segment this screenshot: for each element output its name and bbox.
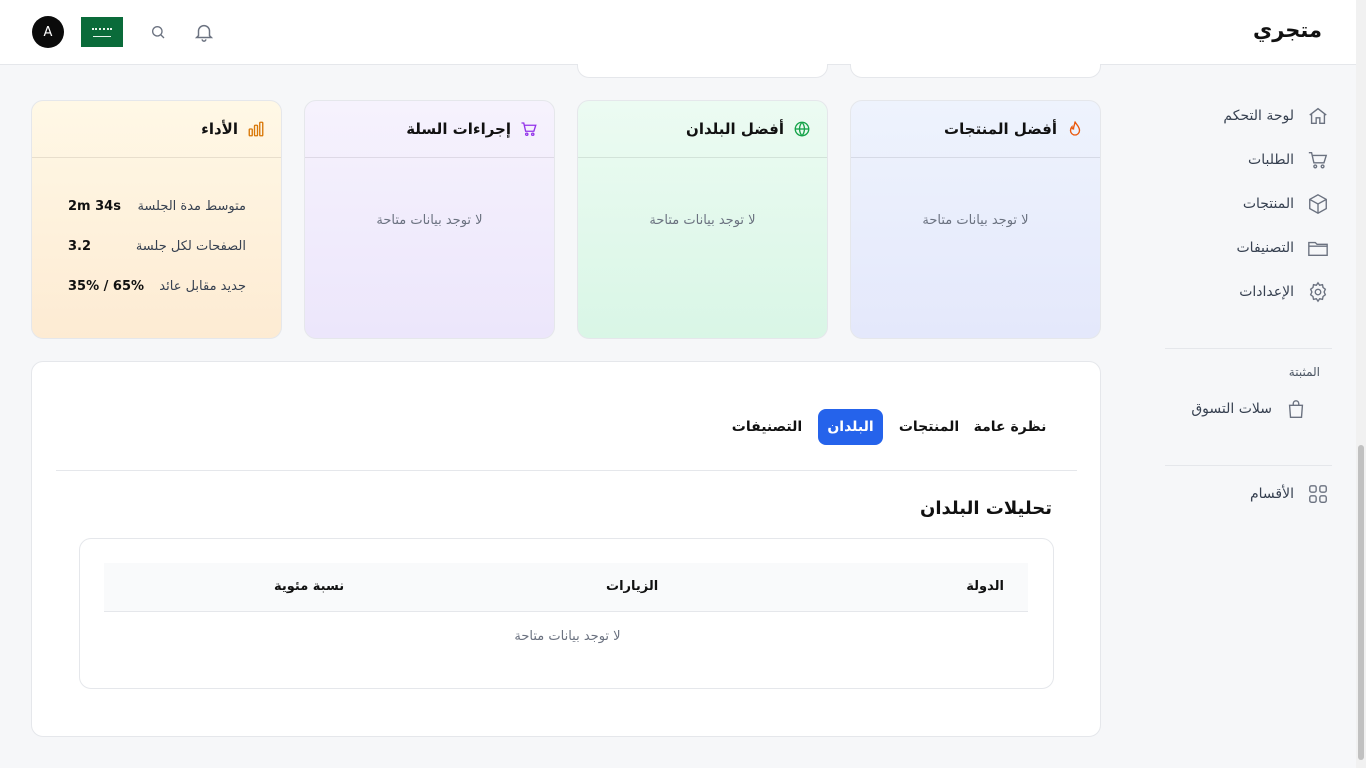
metric-new-vs-returning: 35% / 65% جديد مقابل عائد: [68, 279, 246, 294]
card-header: أفضل المنتجات: [851, 101, 1100, 158]
search-icon[interactable]: [148, 22, 168, 42]
tab-overview[interactable]: نظرة عامة: [972, 409, 1048, 445]
metric-pages-per-session: 3.2 الصفحات لكل جلسة: [68, 239, 246, 254]
sidebar-item-categories[interactable]: التصنيفات: [1165, 230, 1332, 266]
column-header-country[interactable]: الدولة: [966, 579, 1004, 594]
bar-chart-icon: [246, 119, 266, 139]
globe-icon: [792, 119, 812, 139]
sidebar-item-dashboard[interactable]: لوحة التحكم: [1165, 98, 1332, 134]
section-title: تحليلات البلدان: [919, 498, 1052, 519]
tabs-divider: [56, 470, 1077, 471]
card-header: الأداء: [32, 101, 281, 158]
flame-icon: [1065, 119, 1085, 139]
cart-actions-card: إجراءات السلة لا توجد بيانات متاحة: [304, 100, 555, 339]
brand-logo[interactable]: متجري: [1253, 18, 1322, 42]
sidebar-item-sections[interactable]: الأقسام: [1165, 476, 1332, 512]
sidebar: لوحة التحكم الطلبات المنتجات التصنيفات ا…: [1165, 65, 1332, 768]
sidebar-item-label: المنتجات: [1242, 196, 1294, 212]
folder-icon: [1306, 236, 1330, 260]
shopping-bag-icon: [1284, 397, 1308, 421]
empty-state: لا توجد بيانات متاحة: [922, 213, 1029, 228]
partial-card: [577, 64, 828, 78]
card-title: إجراءات السلة: [406, 120, 511, 138]
analytics-panel: نظرة عامة المنتجات البلدان التصنيفات تحل…: [31, 361, 1101, 737]
sidebar-item-products[interactable]: المنتجات: [1165, 186, 1332, 222]
user-avatar[interactable]: A: [32, 16, 64, 48]
scrollbar-thumb[interactable]: [1358, 445, 1364, 760]
column-header-percentage[interactable]: نسبة مئوية: [274, 579, 344, 594]
sidebar-item-label: الأقسام: [1250, 486, 1294, 502]
tab-categories[interactable]: التصنيفات: [729, 409, 805, 445]
card-header: إجراءات السلة: [305, 101, 554, 158]
sidebar-divider: [1165, 465, 1332, 466]
page-scrollbar[interactable]: [1356, 0, 1366, 768]
top-products-card: أفضل المنتجات لا توجد بيانات متاحة: [850, 100, 1101, 339]
countries-table: الدولة الزيارات نسبة مئوية لا توجد بيانا…: [79, 538, 1054, 689]
tab-countries[interactable]: البلدان: [818, 409, 883, 445]
sidebar-divider: [1165, 348, 1332, 349]
card-title: أفضل البلدان: [686, 120, 784, 138]
card-title: الأداء: [201, 120, 238, 138]
top-countries-card: أفضل البلدان لا توجد بيانات متاحة: [577, 100, 828, 339]
tab-bar: نظرة عامة المنتجات البلدان التصنيفات: [32, 409, 1077, 447]
card-title: أفضل المنتجات: [944, 120, 1057, 138]
metric-label: متوسط مدة الجلسة: [137, 199, 246, 214]
metric-avg-session: 2m 34s متوسط مدة الجلسة: [68, 199, 246, 214]
sidebar-item-label: الإعدادات: [1239, 284, 1294, 300]
sidebar-item-label: التصنيفات: [1236, 240, 1295, 256]
sidebar-item-label: الطلبات: [1248, 152, 1294, 168]
sidebar-item-shopping-carts[interactable]: سلات التسوق: [1160, 391, 1310, 427]
column-header-visits[interactable]: الزيارات: [606, 579, 658, 594]
empty-state: لا توجد بيانات متاحة: [514, 629, 621, 644]
metric-label: جديد مقابل عائد: [159, 279, 246, 294]
partial-card: [850, 64, 1101, 78]
grid-icon: [1306, 482, 1330, 506]
sidebar-item-label: سلات التسوق: [1191, 401, 1272, 417]
performance-card: الأداء 2m 34s متوسط مدة الجلسة 3.2 الصفح…: [31, 100, 282, 339]
home-icon: [1306, 104, 1330, 128]
cart-icon: [519, 119, 539, 139]
metric-value: 3.2: [68, 239, 92, 254]
cart-icon: [1306, 148, 1330, 172]
pinned-section-label: المثبتة: [1288, 365, 1320, 379]
bell-icon[interactable]: [192, 19, 216, 45]
saudi-flag-icon[interactable]: [81, 17, 123, 47]
gear-icon: [1306, 280, 1330, 304]
card-header: أفضل البلدان: [578, 101, 827, 158]
metric-label: الصفحات لكل جلسة: [135, 239, 246, 254]
metric-value: 35% / 65%: [68, 279, 145, 294]
sidebar-item-orders[interactable]: الطلبات: [1165, 142, 1332, 178]
box-icon: [1306, 192, 1330, 216]
empty-state: لا توجد بيانات متاحة: [649, 213, 756, 228]
table-header: الدولة الزيارات نسبة مئوية: [104, 563, 1028, 612]
metric-value: 2m 34s: [68, 199, 121, 214]
top-bar: متجري A: [0, 0, 1356, 65]
tab-products[interactable]: المنتجات: [894, 409, 964, 445]
sidebar-item-settings[interactable]: الإعدادات: [1165, 274, 1332, 310]
empty-state: لا توجد بيانات متاحة: [376, 213, 483, 228]
sidebar-item-label: لوحة التحكم: [1223, 108, 1294, 124]
